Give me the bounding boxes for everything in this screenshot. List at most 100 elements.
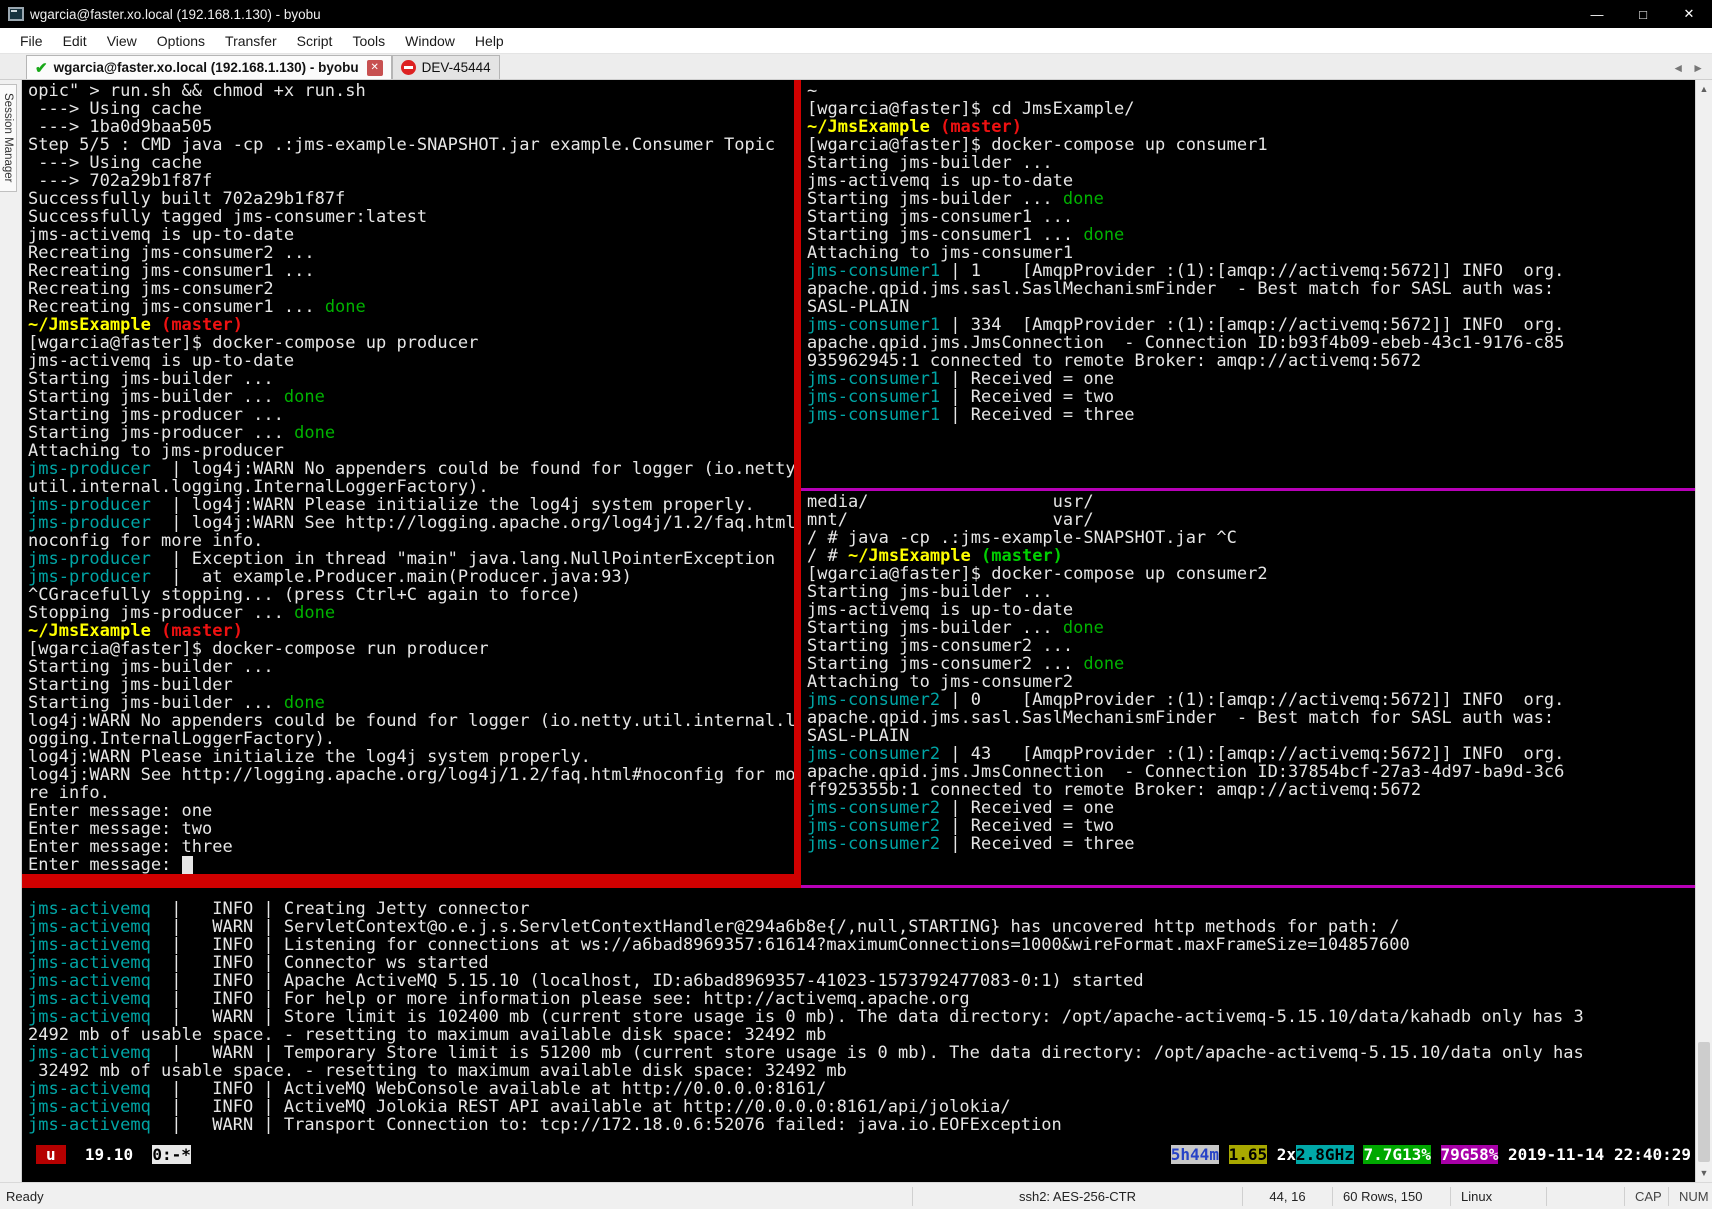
terminal-line: jms-consumer2 | 43 [AmqpProvider :(1):[a…	[807, 744, 1565, 764]
menu-item-transfer[interactable]: Transfer	[215, 33, 287, 49]
menu-item-edit[interactable]: Edit	[53, 33, 97, 49]
connected-check-icon: ✔	[35, 59, 48, 77]
terminal-line: Recreating jms-consumer2	[28, 279, 274, 299]
terminal-line: Starting jms-builder ...	[807, 153, 1053, 173]
status-caps-lock: CAP	[1624, 1186, 1668, 1206]
terminal-line: mnt/ var/	[807, 510, 1094, 530]
terminal-line: Recreating jms-consumer2 ...	[28, 243, 315, 263]
byobu-status-bar: u 19.10 0:-* 5h44m 1.65 2x2.8GHz 7.7G13%…	[22, 1144, 1695, 1164]
byobu-segment-disk: 79G58%	[1440, 1144, 1499, 1164]
terminal-line: Starting jms-consumer2 ... done	[807, 654, 1125, 674]
tabbar: ✔ wgarcia@faster.xo.local (192.168.1.130…	[0, 54, 1712, 80]
tab-dev-label: DEV-45444	[421, 60, 491, 75]
byobu-segment-uptime: 5h44m	[1170, 1144, 1219, 1164]
terminal-line: jms-producer | log4j:WARN Please initial…	[28, 495, 755, 515]
byobu-right: 5h44m 1.65 2x2.8GHz 7.7G13% 79G58% 2019-…	[1170, 1144, 1691, 1164]
statusbar: Ready ssh2: AES-256-CTR 44, 16 60 Rows, …	[0, 1182, 1712, 1209]
status-ready: Ready	[6, 1188, 44, 1204]
menu-item-tools[interactable]: Tools	[342, 33, 395, 49]
terminal-line: / # java -cp .:jms-example-SNAPSHOT.jar …	[807, 528, 1237, 548]
window-controls: — □ ✕	[1574, 0, 1712, 28]
tab-session[interactable]: ✔ wgarcia@faster.xo.local (192.168.1.130…	[26, 55, 392, 79]
scrollbar-thumb[interactable]	[1698, 1042, 1710, 1162]
menu-item-file[interactable]: File	[10, 33, 53, 49]
byobu-segment-ubadge: u	[36, 1144, 66, 1164]
terminal-line: jms-consumer1 | Received = three	[807, 405, 1135, 425]
pane-consumer2[interactable]: media/ usr/mnt/ var// # java -cp .:jms-e…	[801, 491, 1695, 885]
menu-item-window[interactable]: Window	[395, 33, 465, 49]
scrollbar[interactable]: ▲ ▼	[1695, 80, 1712, 1182]
terminal-line: apache.qpid.jms.sasl.SaslMechanismFinder…	[807, 279, 1565, 299]
menu-item-view[interactable]: View	[97, 33, 147, 49]
terminal-line: jms-activemq | WARN | ServletContext@o.e…	[28, 917, 1400, 937]
menu-item-script[interactable]: Script	[287, 33, 343, 49]
terminal-line: jms-consumer2 | Received = one	[807, 798, 1115, 818]
tab-dev-45444[interactable]: DEV-45444	[391, 55, 500, 79]
app-window: wgarcia@faster.xo.local (192.168.1.130) …	[0, 0, 1712, 1209]
terminal-line: jms-producer | at example.Producer.main(…	[28, 567, 632, 587]
pane-consumer1[interactable]: ~ [wgarcia@faster]$ cd JmsExample/~/JmsEx…	[801, 80, 1695, 488]
terminal[interactable]: opic" > run.sh && chmod +x run.sh ---> U…	[22, 80, 1695, 1182]
terminal-line: Starting jms-consumer1 ... done	[807, 225, 1125, 245]
terminal-line: 32492 mb of usable space. - resetting to…	[28, 1061, 847, 1081]
status-encryption: ssh2: AES-256-CTR	[912, 1186, 1242, 1206]
terminal-line: jms-activemq | INFO | ActiveMQ WebConsol…	[28, 1079, 827, 1099]
session-manager-tab[interactable]: Session Manager	[0, 84, 17, 192]
status-os: Linux	[1450, 1186, 1546, 1206]
byobu-segment-cpu: 2.8GHz	[1296, 1144, 1354, 1164]
byobu-segment-mem: 7.7G13%	[1363, 1144, 1431, 1164]
terminal-line: jms-activemq is up-to-date	[28, 225, 295, 245]
byobu-segment-plain	[1431, 1145, 1441, 1164]
close-icon[interactable]: ✕	[1666, 0, 1712, 28]
byobu-segment-plain: 19.10	[65, 1144, 153, 1164]
scroll-up-icon[interactable]: ▲	[1700, 80, 1709, 98]
terminal-line: opic" > run.sh && chmod +x run.sh	[28, 81, 366, 101]
terminal-line: Successfully tagged jms-consumer:latest	[28, 207, 428, 227]
terminal-line: SASL-PLAIN	[807, 297, 910, 317]
terminal-line: Starting jms-builder ...	[28, 369, 274, 389]
tab-close-icon[interactable]: ✕	[366, 59, 383, 76]
tab-scroll-right-icon[interactable]: ►	[1692, 61, 1712, 79]
terminal-line: Attaching to jms-producer	[28, 441, 284, 461]
scroll-down-icon[interactable]: ▼	[1700, 1164, 1709, 1182]
menu-item-help[interactable]: Help	[465, 33, 514, 49]
terminal-line: ---> 1ba0d9baa505	[28, 117, 213, 137]
byobu-segment-plain: 2019-11-14 22:40:29	[1498, 1144, 1691, 1164]
maximize-icon[interactable]: □	[1620, 0, 1666, 28]
terminal-line: Attaching to jms-consumer2	[807, 672, 1074, 692]
status-terminal-size: 60 Rows, 150 Cols	[1332, 1186, 1450, 1209]
menu-item-options[interactable]: Options	[147, 33, 215, 49]
terminal-line: jms-consumer2 | Received = two	[807, 816, 1115, 836]
terminal-line: [wgarcia@faster]$ docker-compose up cons…	[807, 564, 1268, 584]
terminal-line: jms-producer | log4j:WARN See http://log…	[28, 513, 801, 533]
byobu-left: u 19.10 0:-*	[36, 1144, 191, 1164]
byobu-segment-plain	[1219, 1145, 1229, 1164]
pane-activemq[interactable]: jms-activemq | INFO | Creating Jetty con…	[22, 888, 1695, 1145]
terminal-line: Stopping jms-producer ... done	[28, 603, 336, 623]
terminal-line: noconfig for more info.	[28, 531, 264, 551]
terminal-line: 935962945:1 connected to remote Broker: …	[807, 351, 1422, 371]
terminal-line: Starting jms-consumer1 ...	[807, 207, 1074, 227]
terminal-line: Enter message: two	[28, 819, 213, 839]
terminal-line: ---> 702a29b1f87f	[28, 171, 213, 191]
tab-scroll-left-icon[interactable]: ◄	[1672, 61, 1692, 79]
scrollbar-track[interactable]	[1696, 98, 1712, 1164]
terminal-line: ff925355b:1 connected to remote Broker: …	[807, 780, 1422, 800]
terminal-line: jms-consumer2 | 0 [AmqpProvider :(1):[am…	[807, 690, 1565, 710]
terminal-line: jms-activemq | WARN | Temporary Store li…	[28, 1043, 1584, 1063]
terminal-line: ~	[807, 81, 818, 101]
terminal-line: ---> Using cache	[28, 153, 202, 173]
terminal-line: jms-activemq | INFO | Creating Jetty con…	[28, 899, 530, 919]
terminal-line: [wgarcia@faster]$ docker-compose up cons…	[807, 135, 1268, 155]
terminal-line: Enter message: one	[28, 801, 213, 821]
pane-producer[interactable]: opic" > run.sh && chmod +x run.sh ---> U…	[22, 80, 801, 888]
terminal-line: Recreating jms-consumer1 ...	[28, 261, 315, 281]
terminal-line: Starting jms-builder ... done	[28, 387, 325, 407]
terminal-line: Starting jms-producer ...	[28, 405, 284, 425]
terminal-line: ~/JmsExample (master)	[807, 117, 1022, 137]
minimize-icon[interactable]: —	[1574, 0, 1620, 28]
terminal-line: jms-consumer2 | Received = three	[807, 834, 1135, 854]
terminal-line: jms-activemq | WARN | Transport Connecti…	[28, 1115, 1062, 1135]
terminal-line: Starting jms-builder ... done	[807, 189, 1104, 209]
status-num-lock: NUM	[1668, 1186, 1712, 1206]
